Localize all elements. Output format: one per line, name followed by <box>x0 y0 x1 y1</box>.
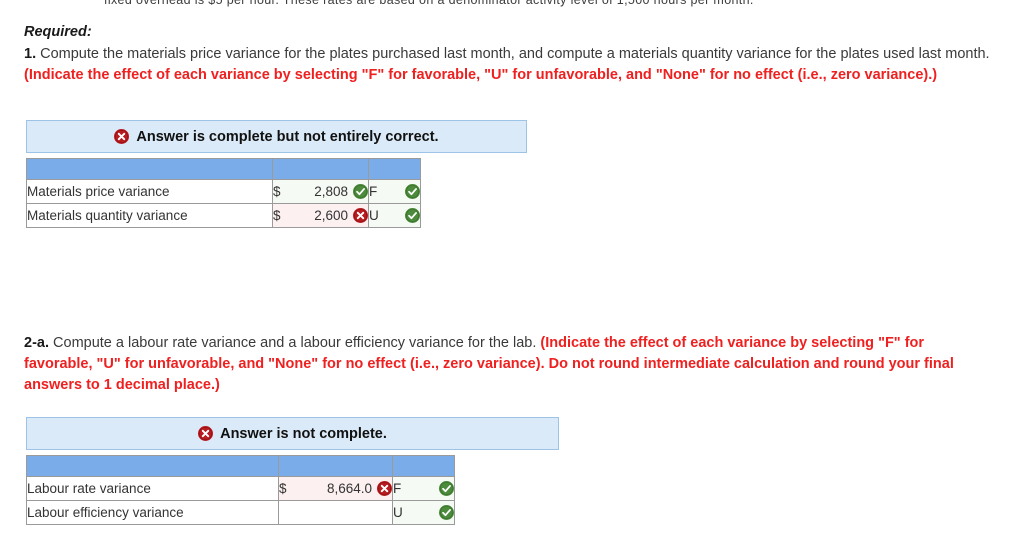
amount-cell-materials-price-variance[interactable]: $ 2,808 <box>272 179 369 204</box>
row-label-labour-efficiency-variance: Labour efficiency variance <box>26 500 279 525</box>
answer-table-2: Labour rate variance $ 8,664.0 F Labour … <box>26 455 455 525</box>
question-2a-body: Compute a labour rate variance and a lab… <box>53 335 537 351</box>
check-circle-icon <box>405 184 420 199</box>
currency-symbol: $ <box>273 208 281 223</box>
amount-cell-labour-efficiency-variance[interactable] <box>278 500 393 525</box>
answer-status-banner-2: Answer is not complete. <box>26 417 559 450</box>
currency-symbol: $ <box>279 481 287 496</box>
answer-table-2-header-row <box>26 455 455 477</box>
clipped-top-text: fixed overhead is $5 per hour. These rat… <box>104 0 754 7</box>
check-circle-icon <box>405 208 420 223</box>
amount-value: 8,664.0 <box>326 481 372 496</box>
question-1-note: (Indicate the effect of each variance by… <box>24 67 938 83</box>
answer-status-text-1: Answer is complete but not entirely corr… <box>136 128 439 145</box>
table-row: Materials quantity variance $ 2,600 U <box>26 203 421 228</box>
table-row: Materials price variance $ 2,808 F <box>26 179 421 204</box>
effect-value: U <box>369 208 379 223</box>
table-row: Labour efficiency variance U <box>26 500 455 525</box>
header-cell-amount <box>278 455 393 477</box>
currency-symbol: $ <box>273 184 281 199</box>
header-cell-effect <box>392 455 455 477</box>
effect-cell-materials-price-variance[interactable]: F <box>368 179 421 204</box>
effect-cell-labour-rate-variance[interactable]: F <box>392 476 455 501</box>
row-label-materials-quantity-variance: Materials quantity variance <box>26 203 273 228</box>
error-circle-icon <box>114 129 130 144</box>
amount-cell-labour-rate-variance[interactable]: $ 8,664.0 <box>278 476 393 501</box>
error-circle-icon <box>377 481 392 496</box>
check-circle-icon <box>353 184 368 199</box>
effect-cell-labour-efficiency-variance[interactable]: U <box>392 500 455 525</box>
amount-cell-materials-quantity-variance[interactable]: $ 2,600 <box>272 203 369 228</box>
error-circle-icon <box>198 426 214 441</box>
effect-value: F <box>393 481 402 496</box>
check-circle-icon <box>439 481 454 496</box>
amount-value: 2,600 <box>314 208 348 223</box>
question-1-body: Compute the materials price variance for… <box>40 46 990 62</box>
error-circle-icon <box>353 208 368 223</box>
row-label-labour-rate-variance: Labour rate variance <box>26 476 279 501</box>
header-cell-label <box>26 158 273 180</box>
answer-table-1: Materials price variance $ 2,808 F Mater… <box>26 158 421 228</box>
row-label-materials-price-variance: Materials price variance <box>26 179 273 204</box>
effect-cell-materials-quantity-variance[interactable]: U <box>368 203 421 228</box>
question-1-prompt: Required: 1. Compute the materials price… <box>24 22 996 86</box>
header-cell-amount <box>272 158 369 180</box>
check-circle-icon <box>439 505 454 520</box>
answer-table-1-header-row <box>26 158 421 180</box>
effect-value: U <box>393 505 403 520</box>
answer-status-text-2: Answer is not complete. <box>220 425 387 442</box>
header-cell-effect <box>368 158 421 180</box>
answer-status-banner-1: Answer is complete but not entirely corr… <box>26 120 527 153</box>
question-2a-prompt: 2-a. Compute a labour rate variance and … <box>24 333 996 396</box>
required-heading: Required: <box>24 24 92 40</box>
amount-value: 2,808 <box>314 184 348 199</box>
table-row: Labour rate variance $ 8,664.0 F <box>26 476 455 501</box>
header-cell-label <box>26 455 279 477</box>
question-2a-number: 2-a. <box>24 335 49 351</box>
question-1-number: 1. <box>24 46 37 62</box>
effect-value: F <box>369 184 378 199</box>
